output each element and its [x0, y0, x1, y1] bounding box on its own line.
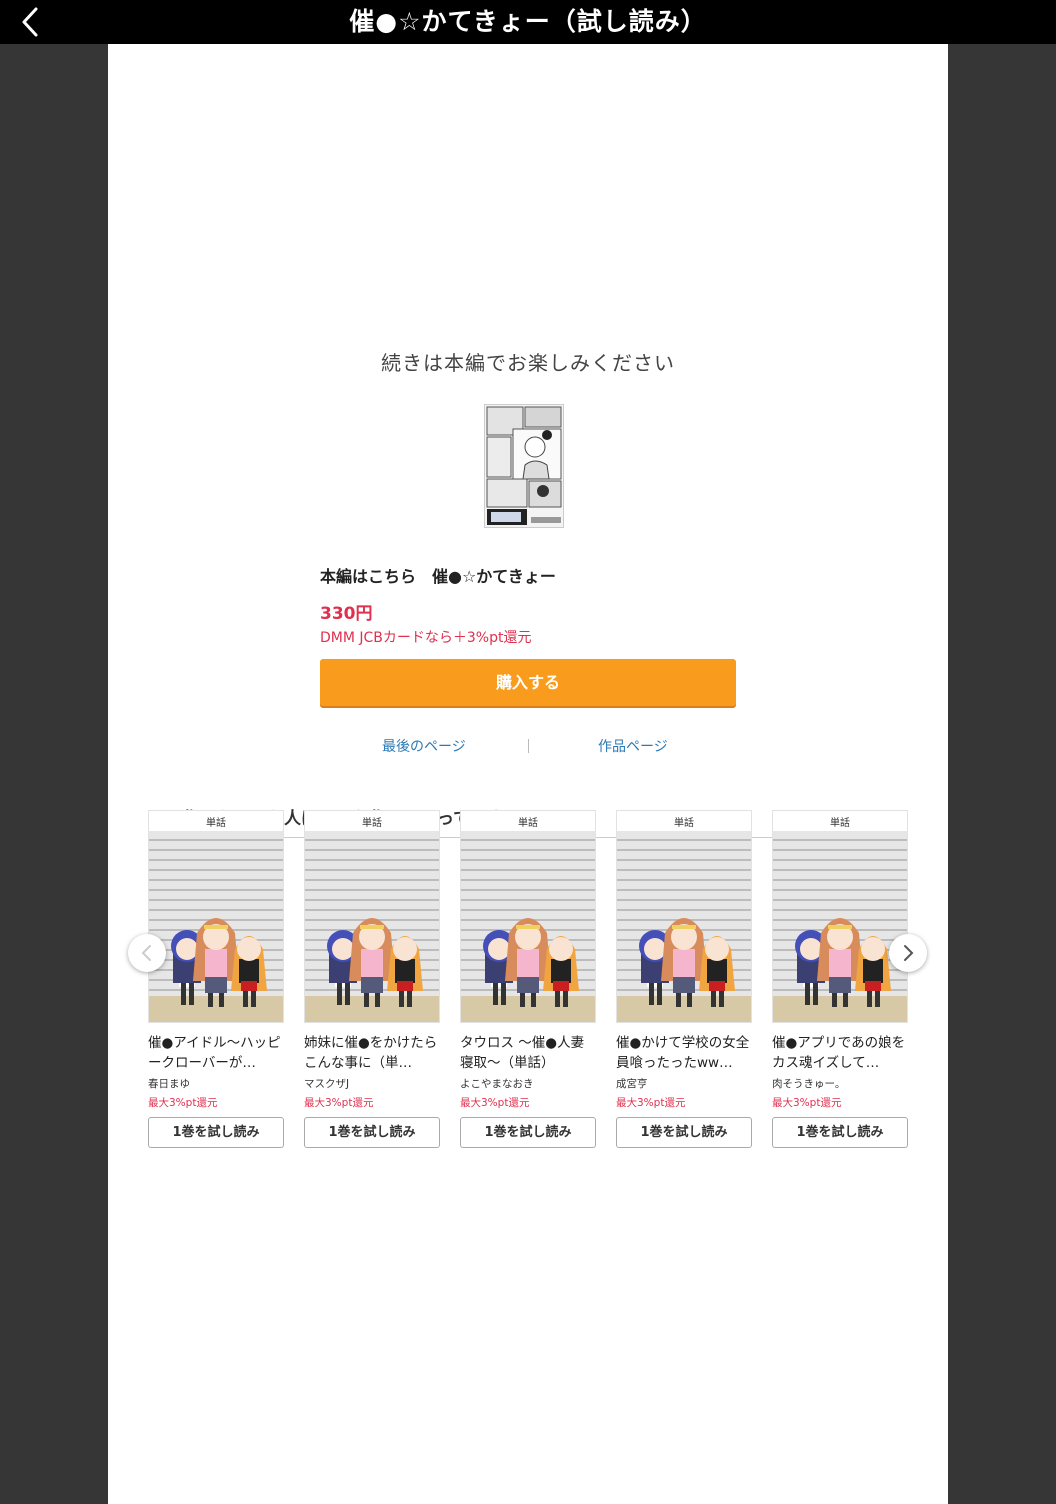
- carousel-prev-button[interactable]: [128, 934, 166, 972]
- recommend-thumbnail[interactable]: 単話: [616, 810, 752, 1023]
- recommend-thumbnail[interactable]: 単話: [304, 810, 440, 1023]
- price: 330円: [320, 604, 373, 624]
- recommend-title[interactable]: 姉妹に催●をかけたらこんな事に（単…: [304, 1033, 440, 1073]
- chevron-left-icon: [141, 945, 151, 961]
- campaign-points: DMM JCBカードなら＋3%pt還元: [320, 630, 532, 646]
- recommend-points: 最大3%pt還元: [772, 1097, 842, 1109]
- recommend-title[interactable]: 催●アプリであの娘をカス魂イズして…: [772, 1033, 908, 1073]
- recommend-card[interactable]: 単話催●アプリであの娘をカス魂イズして… 肉そうきゅー。 最大3%pt還元 1巻を試し…: [772, 810, 908, 1148]
- series-tag: 単話: [830, 818, 850, 829]
- trial-read-button[interactable]: 1巻を試し読み: [772, 1117, 908, 1148]
- work-page-link[interactable]: 作品ページ: [598, 736, 668, 756]
- recommend-author[interactable]: 肉そうきゅー。: [772, 1076, 908, 1091]
- recommend-points: 最大3%pt還元: [616, 1097, 686, 1109]
- recommend-cover-art: [305, 831, 439, 1022]
- cover-art: [485, 405, 563, 527]
- series-tag: 単話: [206, 818, 226, 829]
- recommend-title[interactable]: 催●アイドル〜ハッピークローバーが…: [148, 1033, 284, 1073]
- recommend-author[interactable]: よこやまなおき: [460, 1076, 596, 1091]
- series-tag: 単話: [518, 818, 538, 829]
- recommend-card[interactable]: 単話姉妹に催●をかけたらこんな事に（単… マスクザJ 最大3%pt還元 1巻を試し読み: [304, 810, 440, 1148]
- product-cover-image[interactable]: [484, 404, 564, 528]
- chevron-right-icon: [904, 945, 914, 961]
- trial-read-button[interactable]: 1巻を試し読み: [304, 1117, 440, 1148]
- recommend-cover-art: [461, 831, 595, 1022]
- recommend-thumbnail[interactable]: 単話: [772, 810, 908, 1023]
- recommend-title[interactable]: タウロス 〜催●人妻寝取〜（単話）: [460, 1033, 596, 1073]
- buy-button[interactable]: 購入する: [320, 659, 736, 706]
- trial-read-button[interactable]: 1巻を試し読み: [148, 1117, 284, 1148]
- carousel-next-button[interactable]: [889, 934, 927, 972]
- recommend-author[interactable]: 春日まゆ: [148, 1076, 284, 1091]
- reader-end-page: 続きは本編でお楽しみください 本編はこちら 催●☆かてきょー 330円 DMM …: [108, 44, 948, 1504]
- recommend-thumbnail[interactable]: 単話: [460, 810, 596, 1023]
- recommend-author[interactable]: 成宮亨: [616, 1076, 752, 1091]
- recommend-cover-art: [617, 831, 751, 1022]
- recommend-points: 最大3%pt還元: [148, 1097, 218, 1109]
- recommend-card[interactable]: 単話タウロス 〜催●人妻寝取〜（単話） よこやまなおき 最大3%pt還元 1巻を試し読…: [460, 810, 596, 1148]
- recommend-title[interactable]: 催●かけて学校の女全員喰ったったww…: [616, 1033, 752, 1073]
- recommend-points: 最大3%pt還元: [304, 1097, 374, 1109]
- series-tag: 単話: [674, 818, 694, 829]
- trial-read-button[interactable]: 1巻を試し読み: [616, 1117, 752, 1148]
- recommend-author[interactable]: マスクザJ: [304, 1076, 440, 1091]
- trial-read-button[interactable]: 1巻を試し読み: [460, 1117, 596, 1148]
- recommend-card[interactable]: 単話催●かけて学校の女全員喰ったったww… 成宮亨最大3%pt還元 1巻を試し読み: [616, 810, 752, 1148]
- series-tag: 単話: [362, 818, 382, 829]
- recommend-card[interactable]: 単話催●アイドル〜ハッピークローバーが… 春日まゆ最大3%pt還元 1巻を試し読み: [148, 810, 284, 1148]
- product-title: 本編はこちら 催●☆かてきょー: [320, 567, 556, 586]
- recommend-cover-art: [149, 831, 283, 1022]
- continue-message: 続きは本編でお楽しみください: [381, 351, 675, 375]
- link-divider: [528, 739, 529, 753]
- recommend-cover-art: [773, 831, 907, 1022]
- recommend-thumbnail[interactable]: 単話: [148, 810, 284, 1023]
- page-title: 催●☆かてきょー（試し読み）: [349, 7, 707, 36]
- last-page-link[interactable]: 最後のページ: [382, 736, 466, 756]
- recommend-points: 最大3%pt還元: [460, 1097, 530, 1109]
- top-bar: 催●☆かてきょー（試し読み）: [0, 0, 1056, 44]
